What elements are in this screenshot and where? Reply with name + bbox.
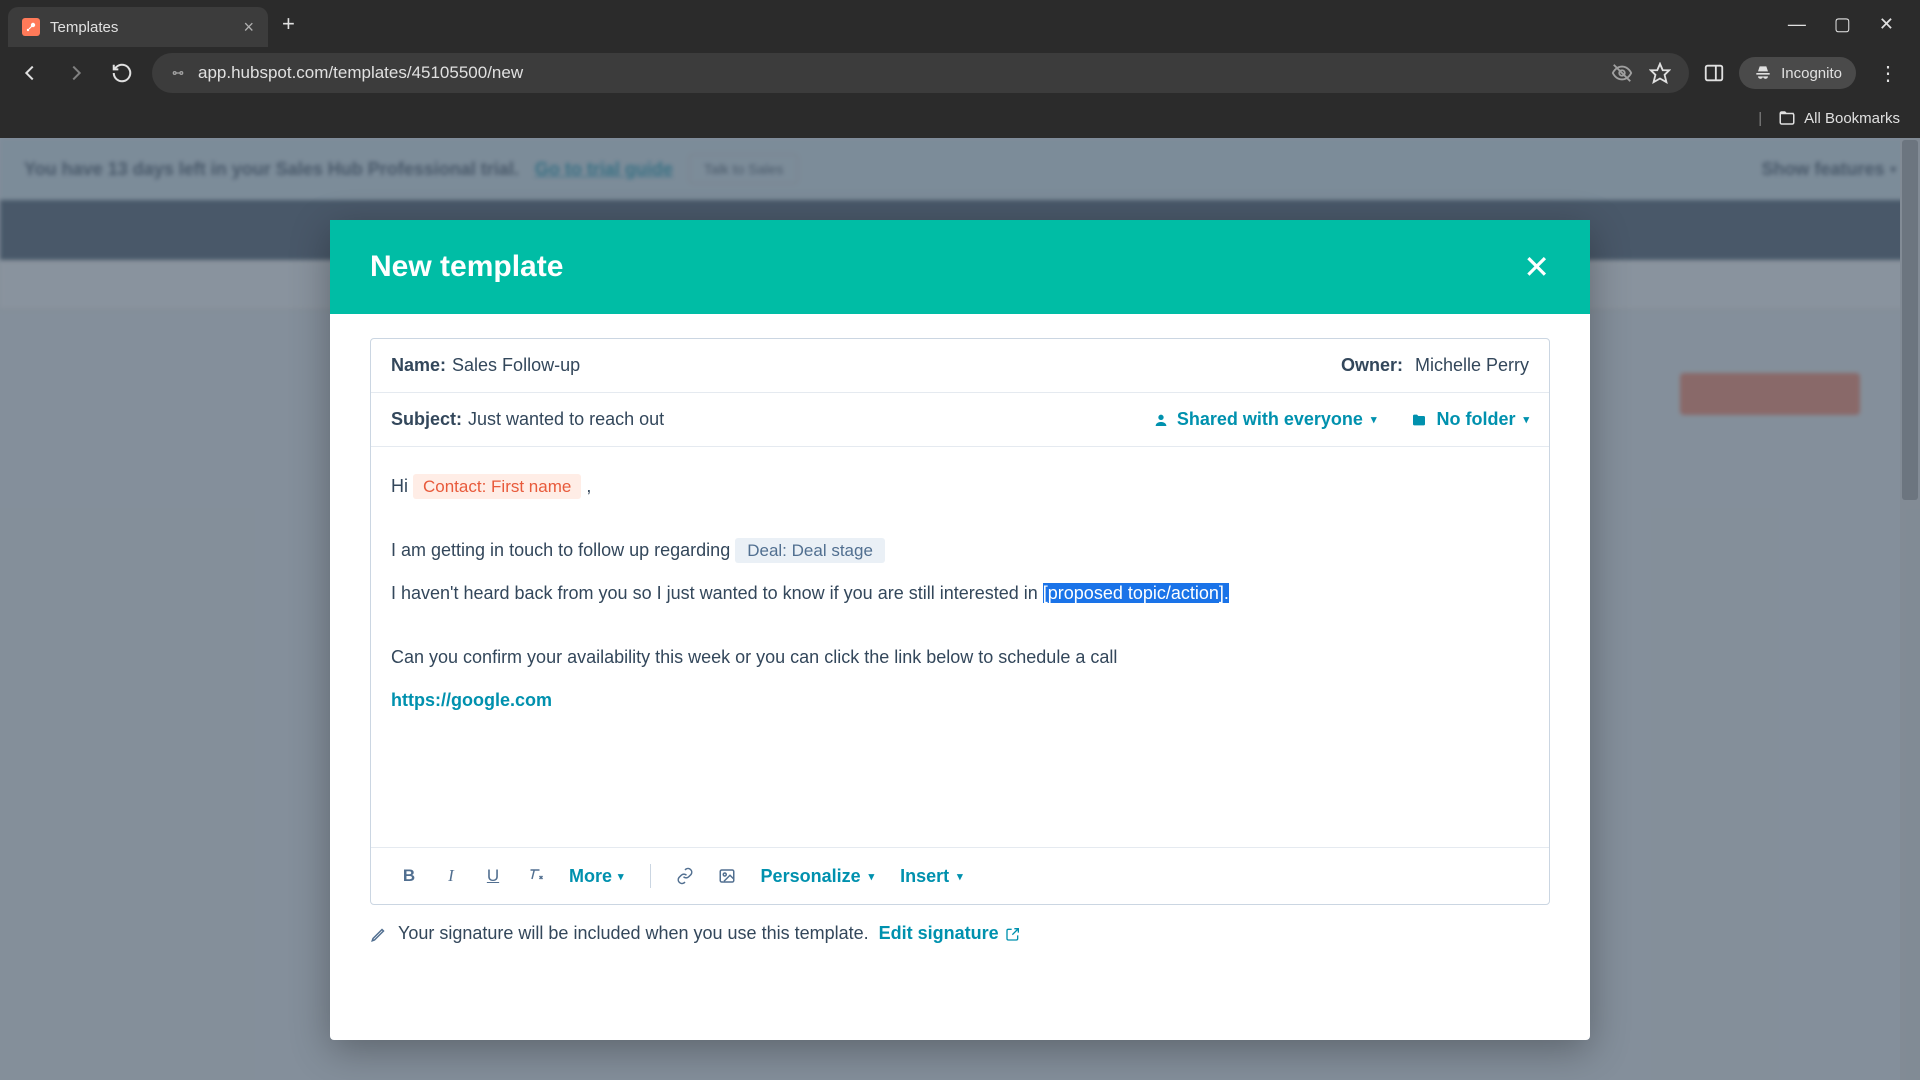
subject-row: Subject: Just wanted to reach out Shared… bbox=[371, 393, 1549, 447]
subject-value[interactable]: Just wanted to reach out bbox=[468, 409, 664, 430]
chevron-down-icon: ▾ bbox=[618, 870, 624, 883]
close-icon[interactable]: ✕ bbox=[1523, 248, 1550, 286]
chevron-down-icon: ▾ bbox=[1523, 413, 1529, 426]
hubspot-favicon bbox=[22, 18, 40, 36]
side-panel-icon[interactable] bbox=[1703, 62, 1725, 84]
star-icon[interactable] bbox=[1649, 62, 1671, 84]
modal-title: New template bbox=[370, 250, 563, 284]
url-text: app.hubspot.com/templates/45105500/new bbox=[198, 63, 1599, 83]
pen-icon bbox=[370, 925, 388, 943]
tab-title: Templates bbox=[50, 19, 233, 36]
subject-label: Subject: bbox=[391, 409, 462, 430]
maximize-icon[interactable]: ▢ bbox=[1834, 14, 1851, 35]
external-link-icon bbox=[1005, 926, 1021, 942]
personalize-dropdown[interactable]: Personalize ▾ bbox=[751, 866, 885, 887]
minimize-icon[interactable]: — bbox=[1788, 14, 1806, 35]
edit-signature-link[interactable]: Edit signature bbox=[879, 923, 1021, 944]
clear-format-button[interactable] bbox=[517, 858, 553, 894]
modal-overlay: New template ✕ Name: Sales Follow-up Own… bbox=[0, 138, 1920, 1080]
bookmarks-bar: | All Bookmarks bbox=[0, 98, 1920, 138]
chevron-down-icon: ▾ bbox=[869, 870, 875, 883]
all-bookmarks-button[interactable]: All Bookmarks bbox=[1778, 109, 1900, 127]
new-template-modal: New template ✕ Name: Sales Follow-up Own… bbox=[330, 220, 1590, 1040]
eye-off-icon[interactable] bbox=[1611, 62, 1633, 84]
signature-note: Your signature will be included when you… bbox=[330, 905, 1590, 968]
incognito-badge[interactable]: Incognito bbox=[1739, 57, 1856, 89]
underline-button[interactable]: U bbox=[475, 858, 511, 894]
chrome-menu-icon[interactable]: ⋮ bbox=[1870, 61, 1906, 86]
share-dropdown[interactable]: Shared with everyone ▾ bbox=[1153, 409, 1377, 430]
insert-dropdown[interactable]: Insert ▾ bbox=[890, 866, 973, 887]
more-dropdown[interactable]: More ▾ bbox=[559, 866, 634, 887]
schedule-link[interactable]: https://google.com bbox=[391, 690, 552, 710]
name-row: Name: Sales Follow-up Owner: Michelle Pe… bbox=[371, 339, 1549, 393]
chevron-down-icon: ▾ bbox=[1371, 413, 1377, 426]
address-bar: app.hubspot.com/templates/45105500/new I… bbox=[0, 48, 1920, 98]
forward-button[interactable] bbox=[60, 57, 92, 89]
browser-tab[interactable]: Templates × bbox=[8, 7, 268, 47]
deal-token[interactable]: Deal: Deal stage bbox=[735, 538, 885, 563]
italic-button[interactable]: I bbox=[433, 858, 469, 894]
close-window-icon[interactable]: ✕ bbox=[1879, 14, 1894, 35]
new-tab-button[interactable]: + bbox=[282, 11, 295, 37]
template-form: Name: Sales Follow-up Owner: Michelle Pe… bbox=[370, 338, 1550, 905]
link-button[interactable] bbox=[667, 858, 703, 894]
tab-bar: Templates × + — ▢ ✕ bbox=[0, 0, 1920, 48]
name-value[interactable]: Sales Follow-up bbox=[452, 355, 580, 376]
tab-close-icon[interactable]: × bbox=[243, 17, 254, 38]
template-editor[interactable]: Hi Contact: First name , I am getting in… bbox=[371, 447, 1549, 847]
site-info-icon[interactable] bbox=[170, 65, 186, 81]
modal-header: New template ✕ bbox=[330, 220, 1590, 314]
owner-label: Owner: bbox=[1341, 355, 1403, 376]
url-input[interactable]: app.hubspot.com/templates/45105500/new bbox=[152, 53, 1689, 93]
owner-value: Michelle Perry bbox=[1415, 355, 1529, 376]
image-button[interactable] bbox=[709, 858, 745, 894]
back-button[interactable] bbox=[14, 57, 46, 89]
bold-button[interactable]: B bbox=[391, 858, 427, 894]
chevron-down-icon: ▾ bbox=[957, 870, 963, 883]
contact-token[interactable]: Contact: First name bbox=[413, 474, 581, 499]
selected-placeholder[interactable]: [proposed topic/action]. bbox=[1043, 583, 1229, 603]
reload-button[interactable] bbox=[106, 57, 138, 89]
window-controls: — ▢ ✕ bbox=[1788, 14, 1912, 35]
name-label: Name: bbox=[391, 355, 446, 376]
editor-toolbar: B I U More ▾ bbox=[371, 847, 1549, 904]
folder-dropdown[interactable]: No folder ▾ bbox=[1410, 409, 1529, 430]
